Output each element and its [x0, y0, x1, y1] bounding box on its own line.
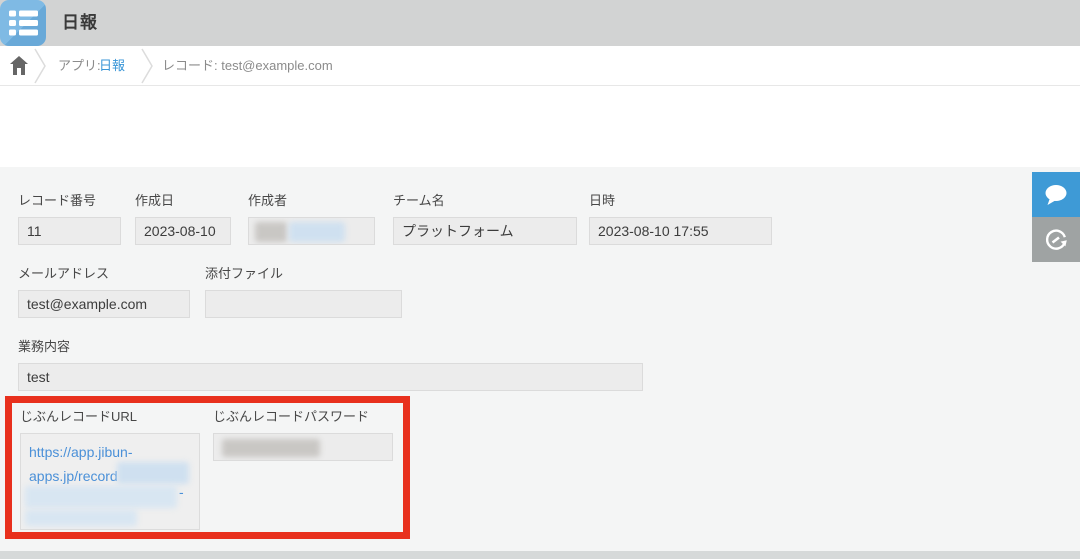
redaction-blur — [222, 439, 320, 457]
field-email: メールアドレス test@example.com — [18, 263, 190, 318]
field-creator: 作成者 — [248, 190, 375, 245]
field-label: じぶんレコードパスワード — [213, 409, 370, 424]
breadcrumb-app-prefix: アプリ: — [58, 58, 101, 73]
chevron-separator-icon — [141, 48, 153, 84]
comments-button[interactable] — [1032, 172, 1080, 217]
redaction-blur — [289, 222, 345, 242]
field-value-box: プラットフォーム — [393, 217, 577, 245]
comment-bubble-icon — [1045, 184, 1067, 205]
record-url-link[interactable]: https://app.jibun- — [29, 440, 191, 464]
field-value-box: test — [18, 363, 643, 391]
field-value-box: 11 — [18, 217, 121, 245]
redaction-blur — [25, 510, 137, 526]
bottom-divider — [0, 551, 1080, 559]
field-team-name: チーム名 プラットフォーム — [393, 190, 577, 245]
page-title: 日報 — [62, 13, 98, 32]
home-icon[interactable] — [10, 56, 28, 75]
breadcrumb-record-crumb: レコード: test@example.com — [162, 58, 333, 73]
field-datetime: 日時 2023-08-10 17:55 — [589, 190, 772, 245]
redaction-blur — [117, 462, 189, 484]
field-label: 業務内容 — [18, 339, 71, 354]
breadcrumb-app-link[interactable]: 日報 — [99, 46, 125, 85]
field-value-box: 2023-08-10 — [135, 217, 231, 245]
field-label: 作成日 — [135, 193, 175, 208]
redaction-blur — [255, 222, 287, 242]
list-icon — [9, 10, 38, 36]
field-label: チーム名 — [393, 193, 445, 208]
header-bar: 日報 — [0, 0, 1080, 46]
field-label: 作成者 — [248, 193, 288, 208]
history-clock-icon — [1045, 228, 1067, 250]
field-work-content: 業務内容 test — [18, 336, 643, 391]
chevron-separator-icon — [34, 48, 46, 84]
field-value-box-url: https://app.jibun- apps.jp/record - — [20, 433, 200, 530]
field-value-box — [205, 290, 402, 318]
field-value-box-redacted — [213, 433, 393, 461]
breadcrumb: アプリ: 日報 レコード: test@example.com — [0, 46, 1080, 86]
field-value-box-redacted — [248, 217, 375, 245]
field-label: メールアドレス — [18, 266, 110, 281]
field-record-password: じぶんレコードパスワード — [213, 406, 393, 461]
field-attachment: 添付ファイル — [205, 263, 402, 318]
redacted-url-suffix: - — [179, 484, 184, 500]
field-created-date: 作成日 2023-08-10 — [135, 190, 231, 245]
field-label: じぶんレコードURL — [20, 409, 138, 424]
field-record-url: じぶんレコードURL https://app.jibun- apps.jp/re… — [20, 406, 200, 530]
field-value-box: 2023-08-10 17:55 — [589, 217, 772, 245]
field-label: レコード番号 — [18, 193, 97, 208]
field-value-box: test@example.com — [18, 290, 190, 318]
field-label: 日時 — [589, 193, 616, 208]
app-menu-icon[interactable] — [0, 0, 46, 46]
history-button[interactable] — [1032, 217, 1080, 262]
record-detail-page: 日報 アプリ: 日報 レコード: test@example.com レコード番号… — [0, 0, 1080, 559]
field-label: 添付ファイル — [205, 266, 284, 281]
field-record-number: レコード番号 11 — [18, 190, 121, 245]
redaction-blur — [25, 486, 177, 508]
